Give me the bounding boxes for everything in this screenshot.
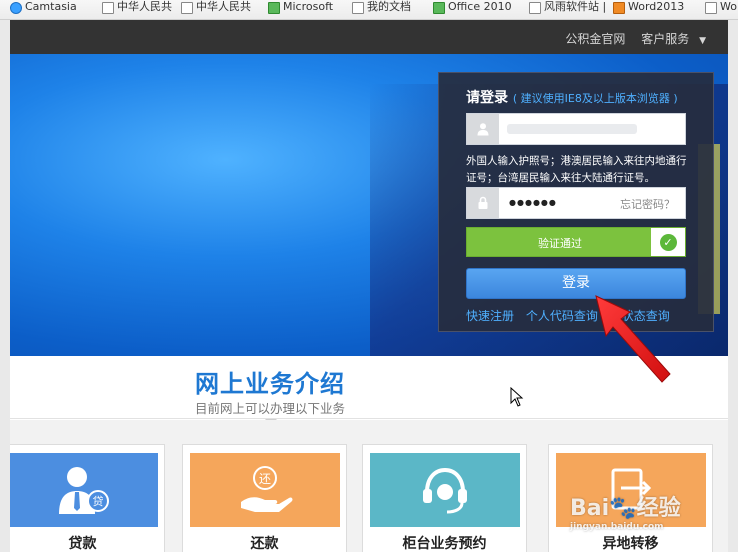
intro-title: 网上业务介绍	[195, 370, 345, 398]
service-name-loan: 贷款	[68, 536, 97, 552]
password-value: ●●●●●●	[509, 198, 557, 207]
bookmark-camtasia[interactable]: Camtasia	[10, 0, 77, 18]
intro-subtitle: 目前网上可以办理以下业务	[194, 401, 345, 416]
bookmark-wo[interactable]: Wo	[705, 0, 737, 18]
service-name-transfer: 异地转移	[602, 536, 659, 552]
top-links: 公积金官网 客户服务 ▼	[559, 30, 706, 47]
page-icon	[102, 2, 114, 14]
service-name-repay: 还款	[250, 536, 279, 552]
headset-icon	[423, 467, 467, 514]
top-bar: 公积金官网 客户服务 ▼	[10, 20, 728, 54]
check-icon: ✓	[659, 233, 677, 251]
verify-check: ✓	[651, 228, 685, 256]
word-icon	[613, 2, 625, 14]
official-site-link[interactable]: 公积金官网	[565, 32, 625, 46]
microsoft-icon	[268, 2, 280, 14]
camtasia-icon	[10, 2, 22, 14]
bookmarks-bar: Camtasia 中华人民共 中华人民共 Microsoft 我的文档 Offi…	[0, 0, 738, 20]
service-card-repay[interactable]: 还 还款	[182, 444, 347, 552]
lock-icon	[467, 188, 499, 218]
office-icon	[433, 2, 445, 14]
username-value-blurred	[507, 124, 637, 134]
paw-icon: 🐾	[609, 496, 637, 521]
repay-tile: 还	[190, 453, 340, 527]
personal-code-link[interactable]: 个人代码查询	[526, 309, 598, 323]
loan-badge: 贷	[93, 494, 104, 508]
divider	[10, 418, 728, 419]
web-page: 公积金官网 客户服务 ▼ 请登录 ( 建议使用IE8及以上版本浏览器 ) 外国人…	[10, 20, 728, 552]
loan-tile: 贷	[10, 453, 158, 527]
page-icon	[181, 2, 193, 14]
repay-badge: 还	[259, 472, 271, 486]
id-input-note: 外国人输入护照号；港澳居民输入来往内地通行证号；台湾居民输入来往大陆通行证号。	[466, 155, 687, 184]
chevron-down-icon: ▼	[699, 36, 706, 46]
quick-register-link[interactable]: 快速注册	[466, 309, 514, 323]
baidu-watermark: Bai🐾经验 jingyan.baidu.com	[570, 496, 681, 532]
bookmark-office[interactable]: Office 2010	[433, 0, 512, 18]
verify-label: 验证通过	[538, 237, 582, 250]
loan-person-icon: 贷	[59, 467, 109, 514]
customer-service-menu[interactable]: 客户服务 ▼	[635, 32, 706, 46]
service-card-appointment[interactable]: 柜台业务预约	[362, 444, 527, 552]
services-section: 贷 贷款 还 还款 柜台业务预约 异地转移	[10, 420, 728, 552]
user-icon	[467, 114, 499, 144]
mouse-cursor-icon	[510, 387, 524, 407]
service-card-loan[interactable]: 贷 贷款	[10, 444, 165, 552]
password-field[interactable]: ●●●●●● 忘记密码？	[466, 187, 686, 219]
appointment-tile	[370, 453, 520, 527]
repay-hand-icon: 还	[241, 466, 293, 512]
bookmark-software[interactable]: 风雨软件站 |	[529, 0, 606, 18]
page-icon	[352, 2, 364, 14]
service-name-appointment: 柜台业务预约	[402, 536, 487, 552]
page-icon	[705, 2, 717, 14]
browser-hint: ( 建议使用IE8及以上版本浏览器 )	[512, 92, 678, 105]
bookmark-word[interactable]: Word2013	[613, 0, 684, 18]
username-field[interactable]	[466, 113, 686, 145]
login-title: 请登录 ( 建议使用IE8及以上版本浏览器 )	[466, 90, 678, 106]
bookmark-2[interactable]: 中华人民共	[181, 0, 251, 18]
verify-slider[interactable]: 验证通过 ✓	[466, 227, 686, 257]
bookmark-microsoft[interactable]: Microsoft	[268, 0, 333, 18]
page-icon	[529, 2, 541, 14]
bookmark-1[interactable]: 中华人民共	[102, 0, 172, 18]
bookmark-documents[interactable]: 我的文档	[352, 0, 411, 18]
forgot-password-link[interactable]: 忘记密码？	[620, 196, 675, 212]
red-arrow-icon	[595, 295, 671, 383]
